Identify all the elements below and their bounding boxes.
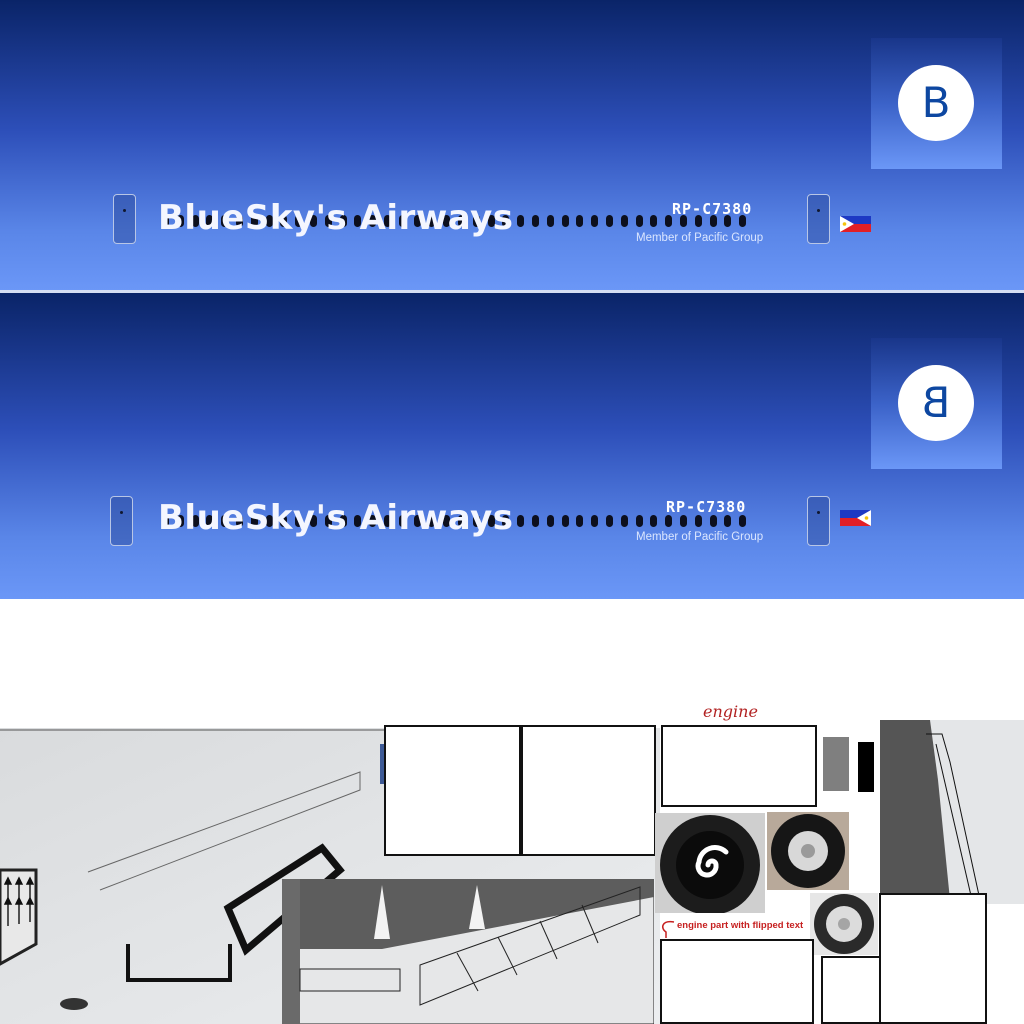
tail-logo-box-mirrored: B — [871, 338, 1002, 469]
wheel-icon — [810, 893, 878, 955]
fuselage-panel-left: B BlueSky's Airways RP-C7380 Member of P… — [0, 293, 1024, 599]
airline-name: BlueSky's Airways — [158, 498, 514, 538]
cabin-window — [546, 215, 554, 227]
tail-texture — [880, 720, 1024, 904]
tail-logo-box: B — [871, 38, 1002, 169]
front-door — [113, 194, 136, 244]
cabin-window — [517, 215, 525, 227]
cabin-window — [591, 215, 599, 227]
front-door — [110, 496, 133, 546]
cabin-window — [532, 515, 539, 527]
cabin-window — [650, 515, 658, 527]
cabin-window — [635, 215, 643, 227]
cabin-window — [694, 515, 702, 527]
cabin-window — [561, 515, 569, 527]
grey-swatch — [823, 737, 849, 791]
philippines-flag-icon — [840, 510, 871, 526]
texture-box-5 — [879, 893, 987, 1024]
b-circle-logo-icon: B — [898, 65, 974, 141]
cabin-window — [591, 515, 599, 527]
member-text: Member of Pacific Group — [636, 531, 764, 543]
engine-part-label: engine part with flipped text — [677, 920, 804, 931]
cabin-window — [650, 215, 658, 227]
texture-box-1 — [384, 725, 521, 856]
cabin-window — [546, 515, 554, 527]
rear-door — [807, 194, 830, 244]
spiral-spinner-icon — [655, 813, 765, 913]
cabin-window — [724, 515, 732, 527]
airline-name: BlueSky's Airways — [158, 198, 514, 238]
philippines-flag-icon — [840, 216, 871, 232]
cabin-window — [606, 515, 613, 527]
rear-door — [807, 496, 830, 546]
b-circle-logo-mirrored-icon: B — [898, 365, 974, 441]
curved-arrow-icon — [661, 920, 675, 938]
flap-panel — [282, 879, 654, 1024]
cabin-window — [739, 515, 747, 527]
wheel-icon — [767, 812, 849, 890]
texture-box-3 — [660, 939, 814, 1024]
cabin-window — [561, 215, 569, 227]
registration: RP-C7380 — [666, 498, 747, 516]
cabin-window — [532, 215, 539, 227]
cabin-window — [517, 515, 525, 527]
cabin-window — [635, 515, 643, 527]
cabin-window — [665, 515, 673, 527]
cabin-window — [576, 515, 584, 527]
cabin-window — [680, 515, 687, 527]
black-swatch — [858, 742, 874, 792]
engine-box — [661, 725, 817, 807]
registration: RP-C7380 — [672, 200, 753, 218]
cabin-window — [620, 515, 628, 527]
cabin-window — [576, 215, 584, 227]
engine-label: engine — [703, 702, 758, 721]
texture-box-4 — [821, 956, 881, 1024]
texture-box-2 — [521, 725, 656, 856]
cabin-window — [709, 515, 717, 527]
cabin-window — [620, 215, 628, 227]
fuselage-panel-right: B BlueSky's Airways RP-C7380 Member of P… — [0, 0, 1024, 290]
cabin-window — [606, 215, 613, 227]
member-text: Member of Pacific Group — [636, 232, 764, 244]
